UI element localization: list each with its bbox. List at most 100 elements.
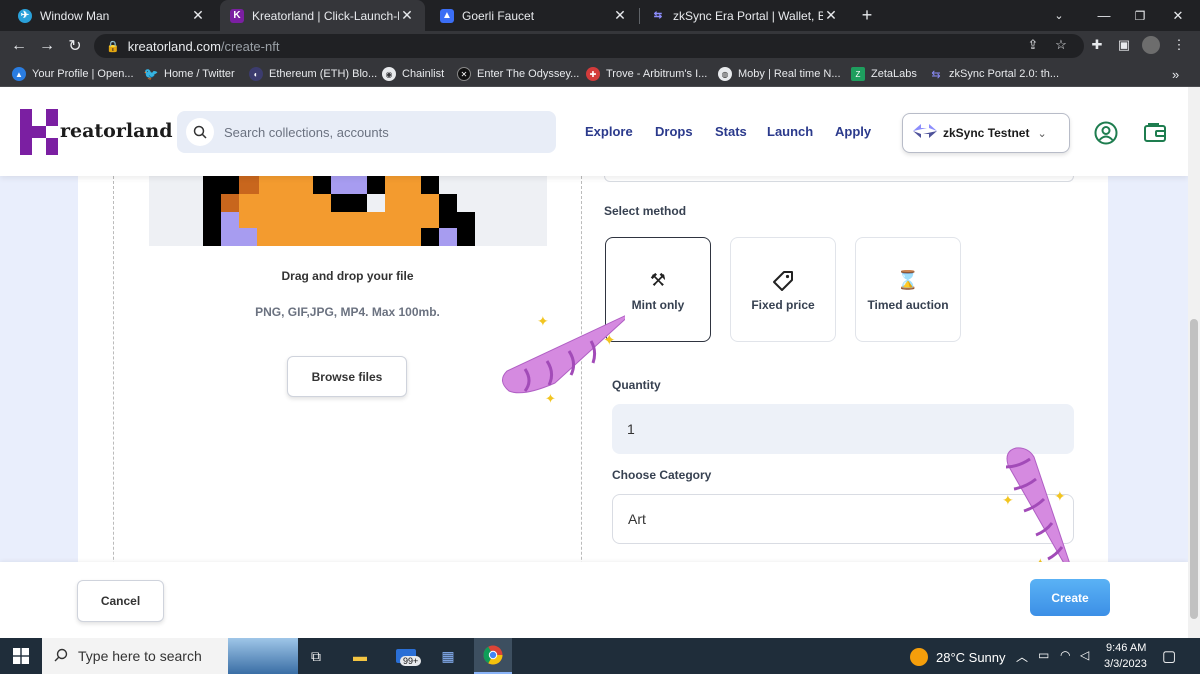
form-footer: Cancel Create: [0, 562, 1188, 638]
trove-icon: ✚: [586, 67, 600, 81]
profile-avatar[interactable]: [1140, 34, 1162, 56]
browser-tab-bar: ✈ Window Man ✕ K Kreatorland | Click-Lau…: [0, 0, 1200, 31]
bookmark-item[interactable]: ◐ Ethereum (ETH) Blo...: [249, 66, 377, 82]
bookmark-item[interactable]: ◉ Chainlist: [382, 66, 444, 82]
mail-badge: 99+: [400, 656, 422, 666]
nav-drops[interactable]: Drops: [655, 124, 693, 139]
tab-title: zkSync Era Portal | Wallet, Bridge: [673, 8, 823, 23]
bookmark-item[interactable]: ◍ Moby | Real time N...: [718, 66, 841, 82]
page-scrollbar[interactable]: [1188, 87, 1200, 638]
hourglass-icon: ⌛: [896, 270, 920, 290]
menu-kebab-icon[interactable]: ⋮: [1168, 34, 1190, 56]
mail-icon[interactable]: 99+: [394, 644, 422, 668]
browser-tab-goerli-faucet[interactable]: ▲ Goerli Faucet ✕: [430, 0, 638, 31]
network-selector[interactable]: zkSync Testnet ⌄: [902, 113, 1070, 153]
back-icon[interactable]: ←: [7, 34, 31, 58]
clock-date[interactable]: 3/3/2023: [1104, 658, 1147, 670]
nav-apply[interactable]: Apply: [835, 124, 871, 139]
svg-text:✦: ✦: [537, 313, 549, 329]
reload-icon[interactable]: ↻: [63, 34, 87, 58]
browser-toolbar: ← → ↻ 🔒 kreatorland.com/create-nft: [0, 31, 1200, 61]
description-textarea[interactable]: [604, 176, 1074, 182]
windows-start-icon[interactable]: [9, 644, 33, 668]
side-panel-icon[interactable]: ▣: [1113, 34, 1135, 56]
window-close-icon[interactable]: ✕: [1162, 0, 1194, 31]
wallet-icon[interactable]: [1143, 121, 1167, 145]
notifications-icon[interactable]: ▢: [1162, 647, 1176, 665]
method-option-timed-auction[interactable]: ⌛ Timed auction: [855, 237, 961, 342]
battery-icon[interactable]: ▭: [1038, 648, 1049, 662]
chrome-taskbar-icon[interactable]: [474, 638, 512, 674]
bookmark-item[interactable]: ✕ Enter The Odyssey...: [457, 66, 579, 82]
weather-text[interactable]: 28°C Sunny: [936, 650, 1006, 665]
close-tab-icon[interactable]: ✕: [612, 7, 628, 24]
browser-tab-kreatorland[interactable]: K Kreatorland | Click-Launch-Mint ✕: [220, 0, 425, 31]
odyssey-icon: ✕: [457, 67, 471, 81]
cancel-button[interactable]: Cancel: [77, 580, 164, 622]
extensions-icon[interactable]: ✚: [1086, 34, 1108, 56]
nav-stats[interactable]: Stats: [715, 124, 747, 139]
select-method-label: Select method: [604, 204, 687, 218]
kreatorland-favicon-icon: K: [230, 8, 244, 23]
user-profile-icon[interactable]: [1094, 121, 1118, 145]
taskbar-search-placeholder: Type here to search: [78, 648, 202, 664]
close-tab-icon[interactable]: ✕: [823, 7, 839, 24]
bookmark-favicon-icon: ▲: [12, 67, 26, 81]
forward-icon[interactable]: →: [35, 34, 59, 58]
address-bar[interactable]: 🔒 kreatorland.com/create-nft: [94, 34, 1084, 58]
browser-tab-window-man[interactable]: ✈ Window Man ✕: [8, 0, 216, 31]
share-icon[interactable]: ⇪: [1022, 34, 1044, 56]
method-option-fixed-price[interactable]: Fixed price: [730, 237, 836, 342]
search-icon: [54, 648, 68, 665]
nav-launch[interactable]: Launch: [767, 124, 813, 139]
close-tab-icon[interactable]: ✕: [190, 7, 206, 24]
url-path: /create-nft: [220, 38, 280, 54]
minimize-icon[interactable]: —: [1088, 0, 1120, 31]
tab-search-chevron-icon[interactable]: ⌄: [1043, 0, 1075, 31]
chevron-down-icon: ⌄: [1037, 127, 1047, 140]
search-icon: [186, 118, 214, 146]
web-page: Drag and drop your file PNG, GIF,JPG, MP…: [0, 87, 1188, 638]
bookmark-item[interactable]: ⇆ zkSync Portal 2.0: th...: [929, 66, 1059, 82]
price-tag-icon: [772, 268, 794, 294]
browser-tab-zksync-portal[interactable]: ⇆ zkSync Era Portal | Wallet, Bridge ✕: [641, 0, 849, 31]
clock-time[interactable]: 9:46 AM: [1106, 642, 1146, 654]
bookmark-star-icon[interactable]: ☆: [1050, 34, 1072, 56]
weather-sun-icon[interactable]: [910, 648, 928, 666]
category-label: Choose Category: [612, 468, 712, 482]
restore-icon[interactable]: ❐: [1124, 0, 1156, 31]
nft-preview-image: [149, 176, 547, 246]
volume-icon[interactable]: ◁: [1080, 648, 1089, 662]
logo-wordmark: reatorland: [60, 120, 173, 142]
zksync-icon: ⇆: [931, 68, 941, 81]
tray-chevron-up-icon[interactable]: ︿: [1016, 648, 1028, 665]
bookmark-item[interactable]: ✚ Trove - Arbitrum's I...: [586, 66, 707, 82]
zksync-favicon-icon: ⇆: [653, 10, 663, 21]
bookmark-item[interactable]: Z ZetaLabs: [851, 66, 917, 82]
task-view-icon[interactable]: ⧉: [304, 644, 328, 668]
nav-explore[interactable]: Explore: [585, 124, 633, 139]
new-tab-icon[interactable]: +: [851, 0, 883, 31]
more-bookmarks-icon[interactable]: »: [1172, 66, 1179, 82]
scrollbar-thumb[interactable]: [1190, 319, 1198, 619]
search-input[interactable]: [224, 124, 524, 140]
taskbar-search-box[interactable]: Type here to search: [42, 638, 298, 674]
kreatorland-logo[interactable]: reatorland: [20, 109, 173, 155]
create-button[interactable]: Create: [1030, 579, 1110, 616]
globe-icon: ◉: [382, 67, 396, 81]
tab-title: Goerli Faucet: [462, 8, 535, 23]
tab-title: Window Man: [40, 8, 110, 23]
microsoft-store-icon[interactable]: ▦: [436, 644, 460, 668]
site-header: reatorland Explore Drops Stats Launch Ap…: [0, 87, 1188, 176]
bookmark-item[interactable]: 🐦 Home / Twitter: [144, 66, 235, 82]
file-explorer-icon[interactable]: ▬: [348, 644, 372, 668]
bookmark-item[interactable]: ▲ Your Profile | Open...: [12, 66, 134, 82]
search-bar[interactable]: [177, 111, 556, 153]
wifi-icon[interactable]: ◠: [1060, 648, 1070, 662]
search-highlight-image: [228, 638, 298, 674]
moby-icon: ◍: [718, 67, 732, 81]
browse-files-button[interactable]: Browse files: [287, 356, 407, 397]
etherscan-icon: ◐: [249, 67, 263, 81]
svg-text:✦: ✦: [603, 332, 616, 349]
close-tab-icon[interactable]: ✕: [399, 7, 415, 24]
